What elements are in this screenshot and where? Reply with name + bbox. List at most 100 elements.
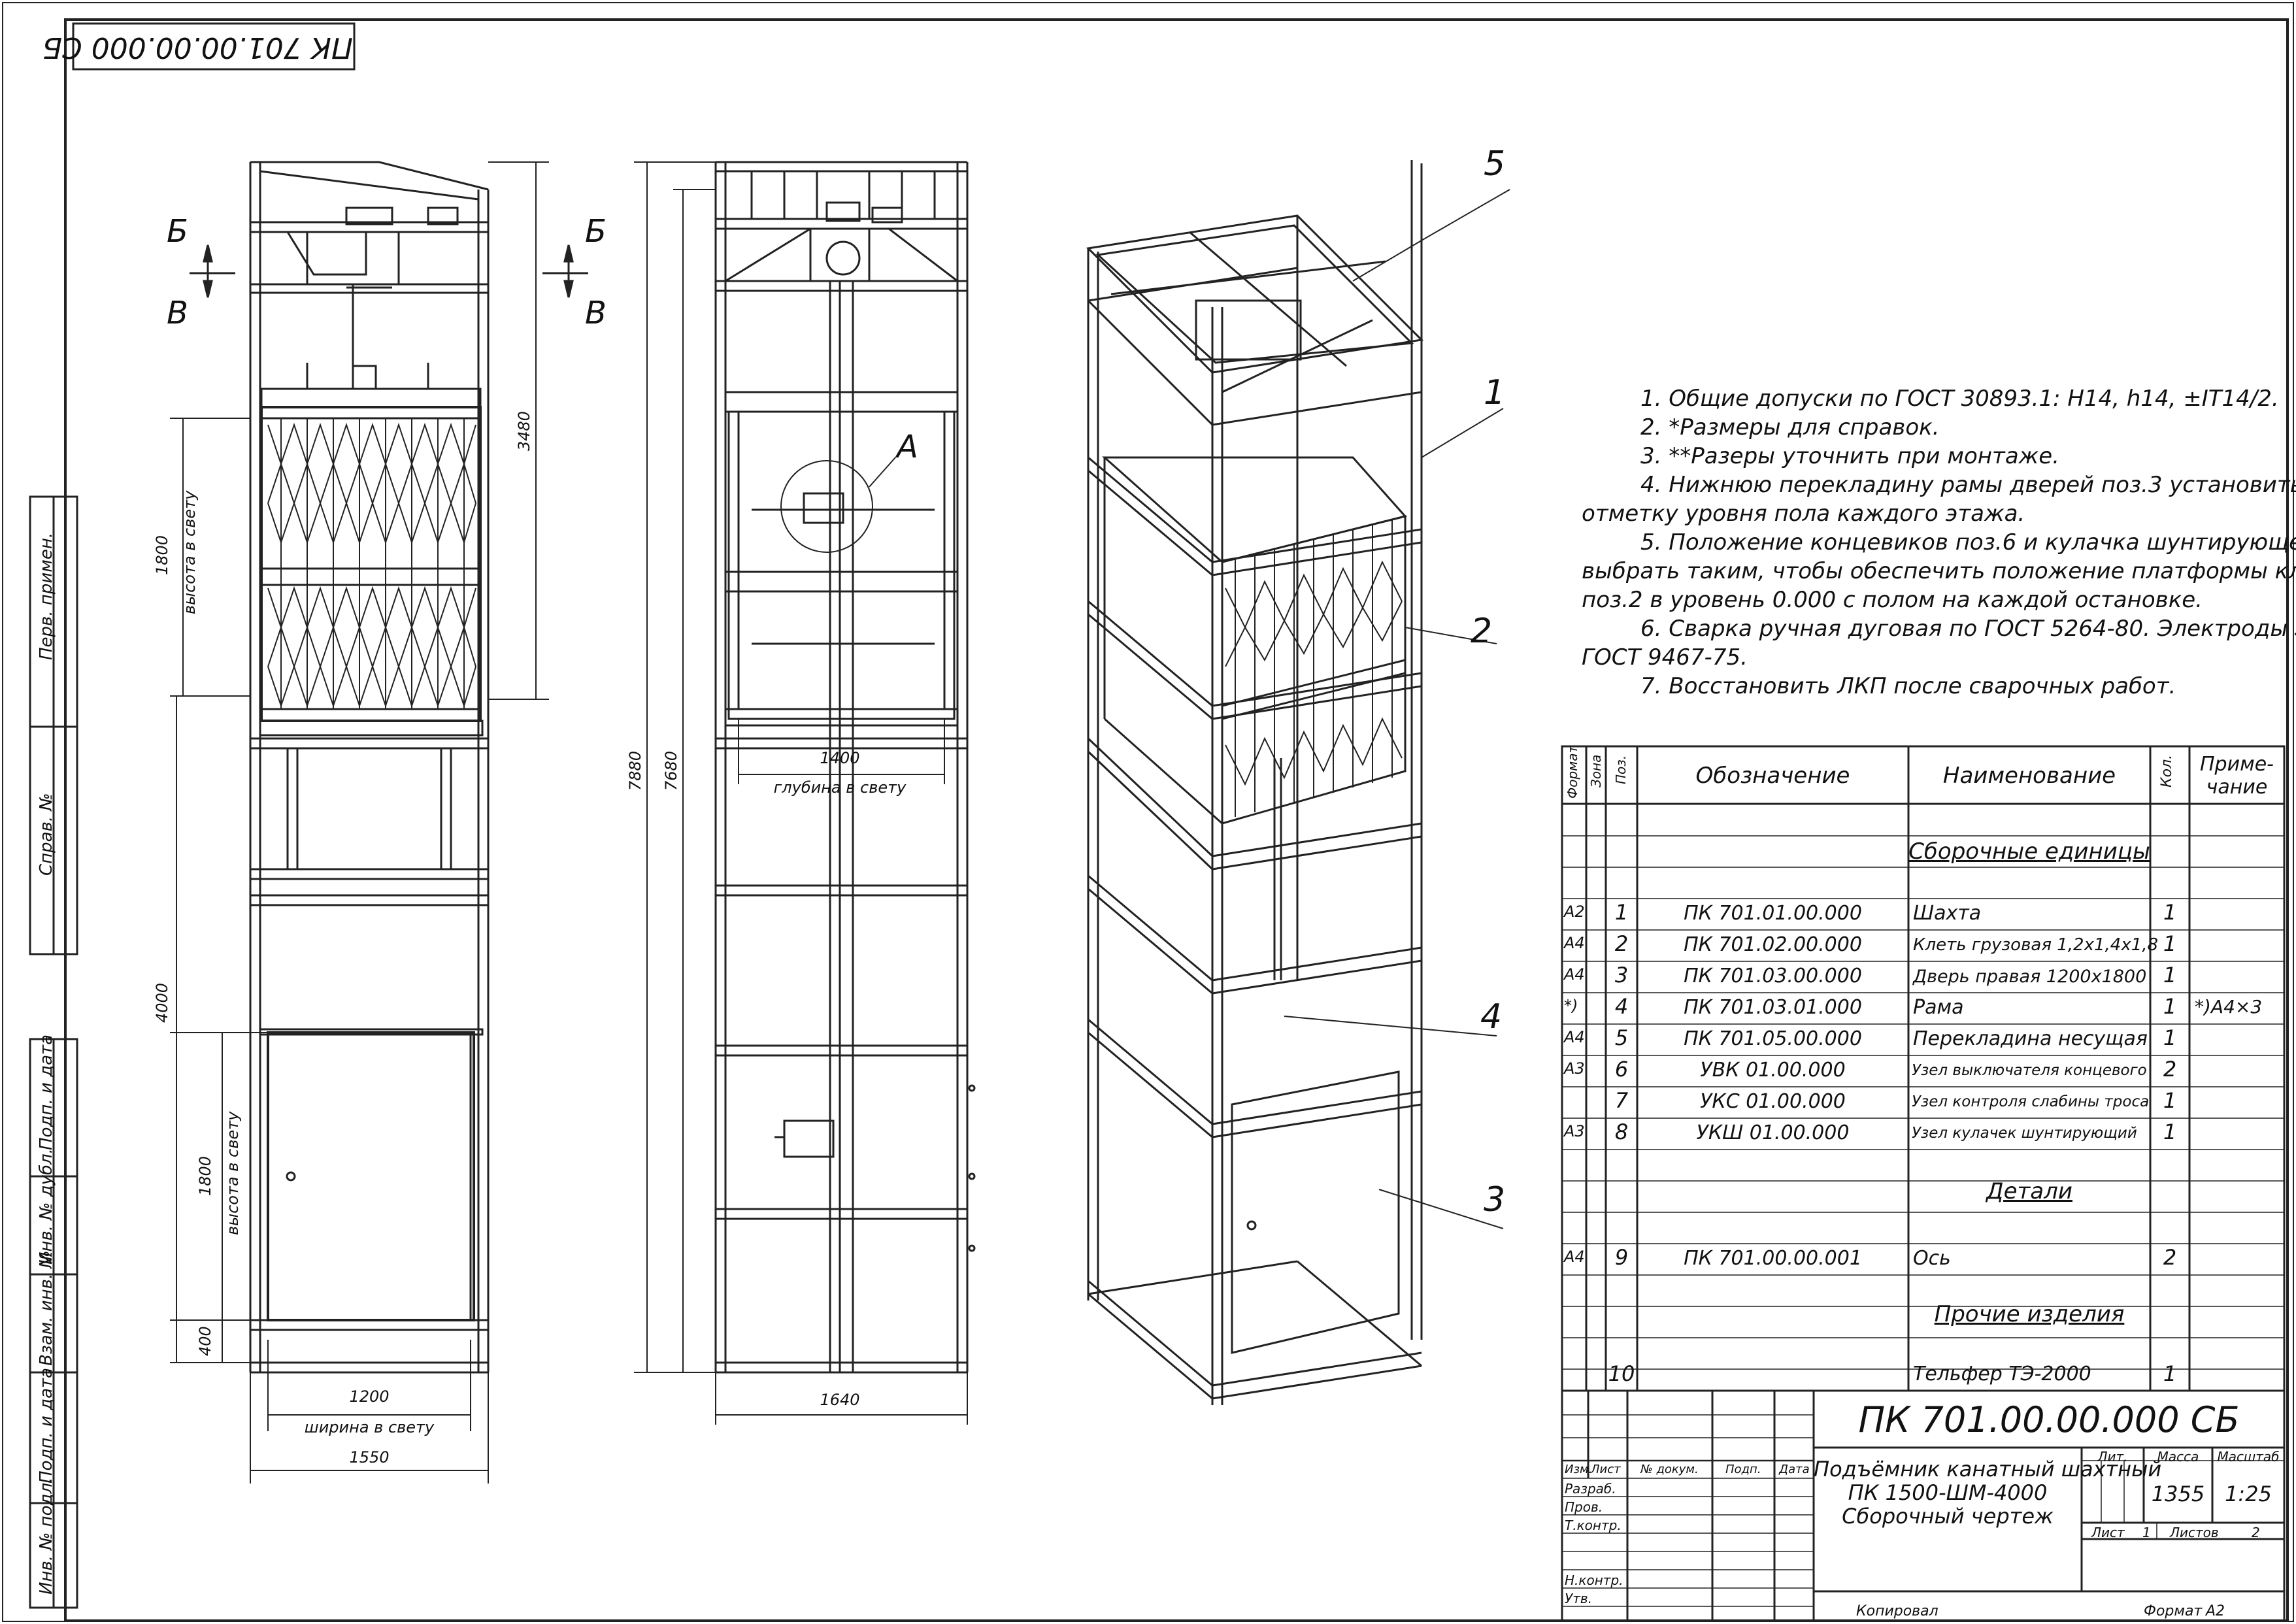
stamp-role-prov: Пров. <box>1565 1499 1603 1515</box>
spec-row-9-pos: 9 <box>1614 1245 1629 1270</box>
spec-row-8-name: Узел кулачек шунтирующий <box>1912 1125 2137 1142</box>
note-5b: выбрать таким, чтобы обеспечить положени… <box>1582 558 2296 584</box>
stamp-title-line-1: Подъёмник канатный шахтный <box>1814 1457 2162 1482</box>
dim-4000: 4000 <box>153 982 171 1023</box>
spec-row-4-designation: ПК 701.03.01.000 <box>1684 996 1862 1019</box>
dim-1200: 1200 <box>349 1387 390 1406</box>
view-a-label: А <box>897 429 918 465</box>
spec-row-8-pos: 8 <box>1614 1119 1629 1144</box>
stamp-head-sign: Подп. <box>1725 1463 1761 1476</box>
spec-row-5-name: Перекладина несущая <box>1913 1027 2148 1050</box>
spec-row-10-name: Тельфер ТЭ-2000 <box>1913 1363 2091 1385</box>
spec-row-2-qty: 1 <box>2163 931 2177 956</box>
stamp-mass-label: Масса <box>2157 1449 2199 1465</box>
side-view <box>714 161 976 1374</box>
spec-row-8-format: А3 <box>1564 1122 1585 1140</box>
stamp-title-line-3: Сборочный чертеж <box>1842 1504 2054 1529</box>
stamp-title-line-2: ПК 1500-ШМ-4000 <box>1848 1480 2048 1505</box>
stamp-format-value: А2 <box>2206 1603 2225 1619</box>
side-stamp-podp-1: Подп. и дата <box>37 1034 56 1150</box>
spec-row-6-qty: 2 <box>2163 1057 2177 1082</box>
note-5a: 5. Положение концевиков поз.6 и кулачка … <box>1640 529 2296 555</box>
spec-row-5-format: А4 <box>1564 1028 1585 1046</box>
section-mark-v-right: В <box>585 295 607 331</box>
spec-row-3-qty: 1 <box>2163 963 2177 987</box>
spec-row-10-qty: 1 <box>2163 1361 2177 1386</box>
spec-header-pos: Поз. <box>1613 755 1629 784</box>
dim-vysota-top: высота в свету <box>180 490 199 614</box>
callout-3: 3 <box>1484 1180 1506 1219</box>
dim-1800-top: 1800 <box>153 535 171 575</box>
spec-row-8-designation: УКШ 01.00.000 <box>1696 1121 1850 1144</box>
spec-row-6-designation: УВК 01.00.000 <box>1700 1059 1846 1082</box>
section-mark-b-left: Б <box>167 213 188 250</box>
note-6a: 6. Сварка ручная дуговая по ГОСТ 5264-80… <box>1640 616 2296 642</box>
spec-row-1-designation: ПК 701.01.00.000 <box>1684 902 1862 925</box>
dim-shirina: ширина в свету <box>304 1418 435 1436</box>
spec-header-note-1: Приме- <box>2199 753 2274 776</box>
spec-row-10-pos: 10 <box>1608 1361 1635 1386</box>
stamp-scale-label: Масштаб <box>2217 1449 2280 1465</box>
stamp-copied: Копировал <box>1856 1603 1938 1619</box>
spec-header-qty: Кол. <box>2159 754 2175 787</box>
spec-section-details: Детали <box>1986 1178 2072 1204</box>
side-stamp-podp-2: Подп. и дата <box>37 1367 56 1483</box>
mirrored-code: ПК 701.00.00.000 СБ <box>42 31 353 64</box>
stamp-format-label: Формат <box>2144 1603 2203 1619</box>
dim-1550: 1550 <box>349 1448 390 1467</box>
front-view <box>249 161 490 1374</box>
dim-7880: 7880 <box>626 750 644 791</box>
spec-row-6-pos: 6 <box>1614 1057 1629 1082</box>
spec-row-1-qty: 1 <box>2163 900 2177 925</box>
note-1: 1. Общие допуски по ГОСТ 30893.1: Н14, h… <box>1640 386 2279 412</box>
stamp-role-nkontr: Н.контр. <box>1565 1572 1623 1588</box>
stamp-scale-value: 1:25 <box>2225 1482 2272 1506</box>
spec-row-7-pos: 7 <box>1614 1088 1629 1113</box>
spec-row-2-designation: ПК 701.02.00.000 <box>1684 933 1862 956</box>
spec-row-7-designation: УКС 01.00.000 <box>1700 1090 1846 1113</box>
dim-3480: 3480 <box>515 410 533 451</box>
stamp-sheets-value: 2 <box>2252 1525 2260 1540</box>
stamp-designation: ПК 701.00.00.000 СБ <box>1858 1399 2240 1440</box>
note-7: 7. Восстановить ЛКП после сварочных рабо… <box>1640 673 2176 699</box>
spec-row-9-name: Ось <box>1913 1247 1951 1270</box>
note-2: 2. *Размеры для справок. <box>1640 414 1940 440</box>
stamp-sheets-label: Листов <box>2170 1525 2219 1540</box>
spec-row-3-pos: 3 <box>1614 963 1629 987</box>
note-3: 3. **Разеры уточнить при монтаже. <box>1640 443 2060 469</box>
spec-row-1-format: А2 <box>1564 903 1585 921</box>
section-mark-b-right: Б <box>585 213 607 250</box>
callout-5: 5 <box>1484 144 1506 184</box>
spec-row-5-qty: 1 <box>2163 1025 2177 1050</box>
front-dimensions <box>170 161 549 1483</box>
spec-row-3-designation: ПК 701.03.00.000 <box>1684 965 1862 987</box>
side-stamp-inv-podl: Инв. № подл. <box>37 1477 56 1595</box>
spec-header-zone: Зона <box>1588 754 1604 787</box>
stamp-role-utv: Утв. <box>1565 1591 1592 1606</box>
stamp-role-razrab: Разраб. <box>1565 1481 1616 1497</box>
drawing-sheet: ПК 701.00.00.000 СБ Перв. примен. Справ.… <box>0 0 2296 1624</box>
dim-1640: 1640 <box>820 1391 860 1409</box>
callout-2: 2 <box>1471 612 1493 651</box>
dim-1400: 1400 <box>820 749 860 767</box>
spec-row-9-qty: 2 <box>2163 1245 2177 1270</box>
side-stamp-vzam: Взам. инв. № <box>37 1250 56 1366</box>
spec-row-4-pos: 4 <box>1614 994 1629 1019</box>
spec-section-other: Прочие изделия <box>1934 1301 2125 1327</box>
spec-row-7-qty: 1 <box>2163 1088 2177 1113</box>
callout-4: 4 <box>1480 997 1503 1036</box>
stamp-mass-value: 1355 <box>2151 1482 2205 1506</box>
spec-row-6-format: А3 <box>1564 1059 1585 1078</box>
stamp-sheet-label: Лист <box>2091 1525 2125 1540</box>
stamp-role-tkontr: Т.контр. <box>1565 1517 1622 1533</box>
spec-row-5-pos: 5 <box>1614 1025 1629 1050</box>
spec-row-9-format: А4 <box>1564 1248 1585 1266</box>
dim-1800-bottom: 1800 <box>196 1155 214 1196</box>
spec-row-3-name: Дверь правая 1200х1800 <box>1913 967 2147 987</box>
spec-row-4-name: Рама <box>1913 996 1964 1019</box>
dim-glubina: глубина в свету <box>773 778 907 797</box>
spec-header-format: Формат <box>1565 745 1580 799</box>
dim-vysota-bottom: высота в свету <box>224 1111 242 1235</box>
spec-section-assemblies: Сборочные единицы <box>1908 838 2150 865</box>
spec-row-4-qty: 1 <box>2163 994 2177 1019</box>
